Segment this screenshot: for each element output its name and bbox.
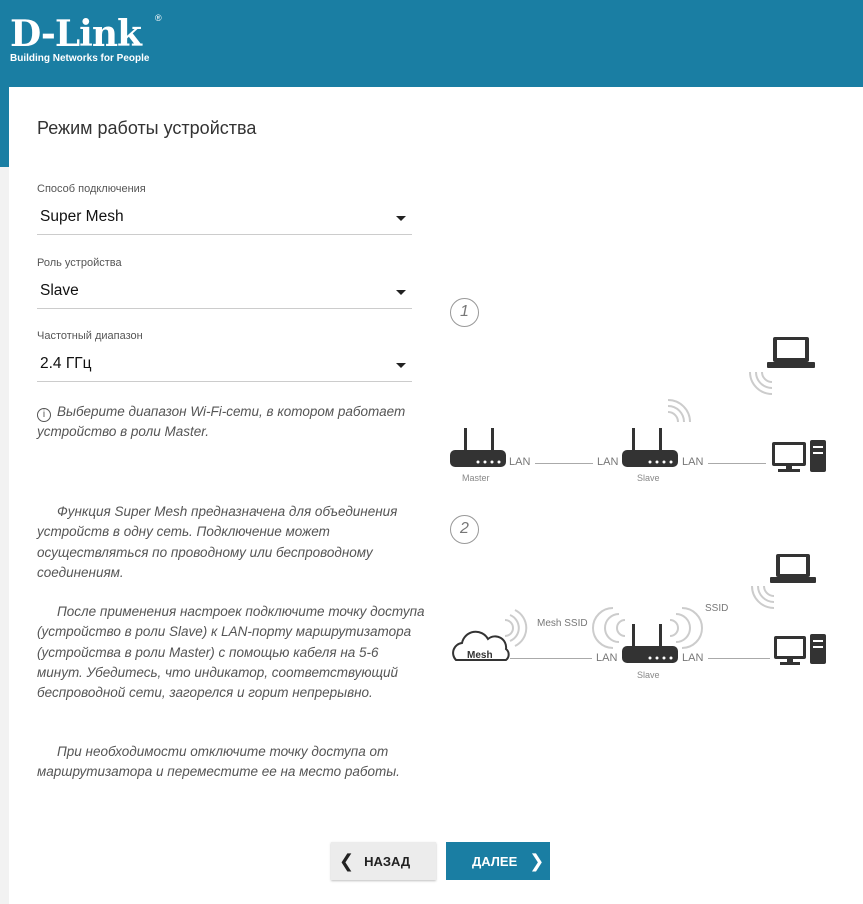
cable-line — [708, 658, 770, 659]
slave-router-icon — [622, 428, 678, 467]
slave-router-icon — [622, 624, 678, 663]
lan-label: LAN — [682, 652, 704, 664]
lan-label: LAN — [597, 456, 619, 468]
lan-label: LAN — [509, 456, 531, 468]
wifi-icon — [667, 399, 691, 423]
chevron-left-icon: ❮ — [339, 850, 355, 871]
back-button-label: НАЗАД — [364, 853, 411, 869]
wifi-icon — [592, 607, 703, 649]
mesh-label: Mesh — [467, 650, 493, 661]
connection-diagram — [450, 337, 826, 665]
next-button[interactable]: ДАЛЕЕ ❯ — [446, 842, 550, 880]
mesh-ssid-label: Mesh SSID — [537, 618, 588, 629]
wifi-icon — [504, 609, 528, 647]
chevron-right-icon: ❯ — [529, 850, 545, 871]
lan-label: LAN — [596, 652, 618, 664]
wifi-icon — [751, 585, 775, 609]
cable-line — [535, 463, 593, 464]
ssid-label: SSID — [705, 603, 729, 614]
master-label: Master — [462, 473, 490, 483]
step-2-badge: 2 — [450, 515, 479, 544]
cable-line — [708, 463, 766, 464]
desktop-icon — [774, 634, 826, 665]
laptop-icon — [770, 554, 816, 583]
back-button[interactable]: ❮ НАЗАД — [331, 842, 436, 880]
master-router-icon — [450, 428, 506, 467]
cable-line — [510, 658, 592, 659]
slave-label: Slave — [637, 473, 660, 483]
desktop-icon — [772, 440, 826, 472]
slave-label: Slave — [637, 670, 660, 680]
lan-label: LAN — [682, 456, 704, 468]
next-button-label: ДАЛЕЕ — [472, 853, 518, 869]
wifi-icon — [749, 371, 773, 395]
laptop-icon — [767, 337, 815, 368]
